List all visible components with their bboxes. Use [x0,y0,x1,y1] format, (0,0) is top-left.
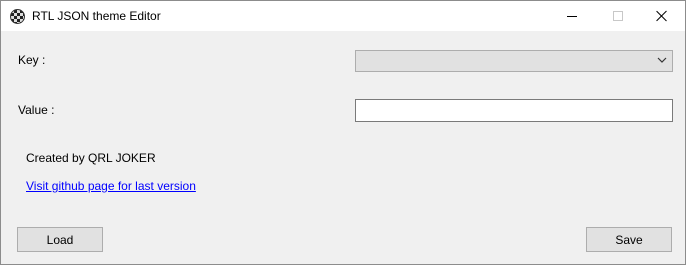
value-input[interactable] [355,99,673,122]
minimize-icon [567,15,577,17]
close-icon [656,10,668,22]
app-icon [10,9,25,24]
minimize-button[interactable] [549,1,595,31]
close-button[interactable] [639,1,685,31]
app-window: RTL JSON theme Editor Key : Value : Crea… [0,0,686,265]
maximize-button [595,1,641,31]
maximize-icon [613,11,623,21]
key-dropdown[interactable] [355,50,673,72]
key-label: Key : [18,53,46,67]
window-title: RTL JSON theme Editor [32,9,161,23]
credits-text: Created by QRL JOKER [26,151,156,165]
load-button[interactable]: Load [17,227,103,252]
chevron-down-icon [657,57,667,63]
github-link[interactable]: Visit github page for last version [26,179,196,193]
title-bar[interactable]: RTL JSON theme Editor [1,1,685,31]
value-label: Value : [18,103,55,117]
save-button[interactable]: Save [586,227,672,252]
